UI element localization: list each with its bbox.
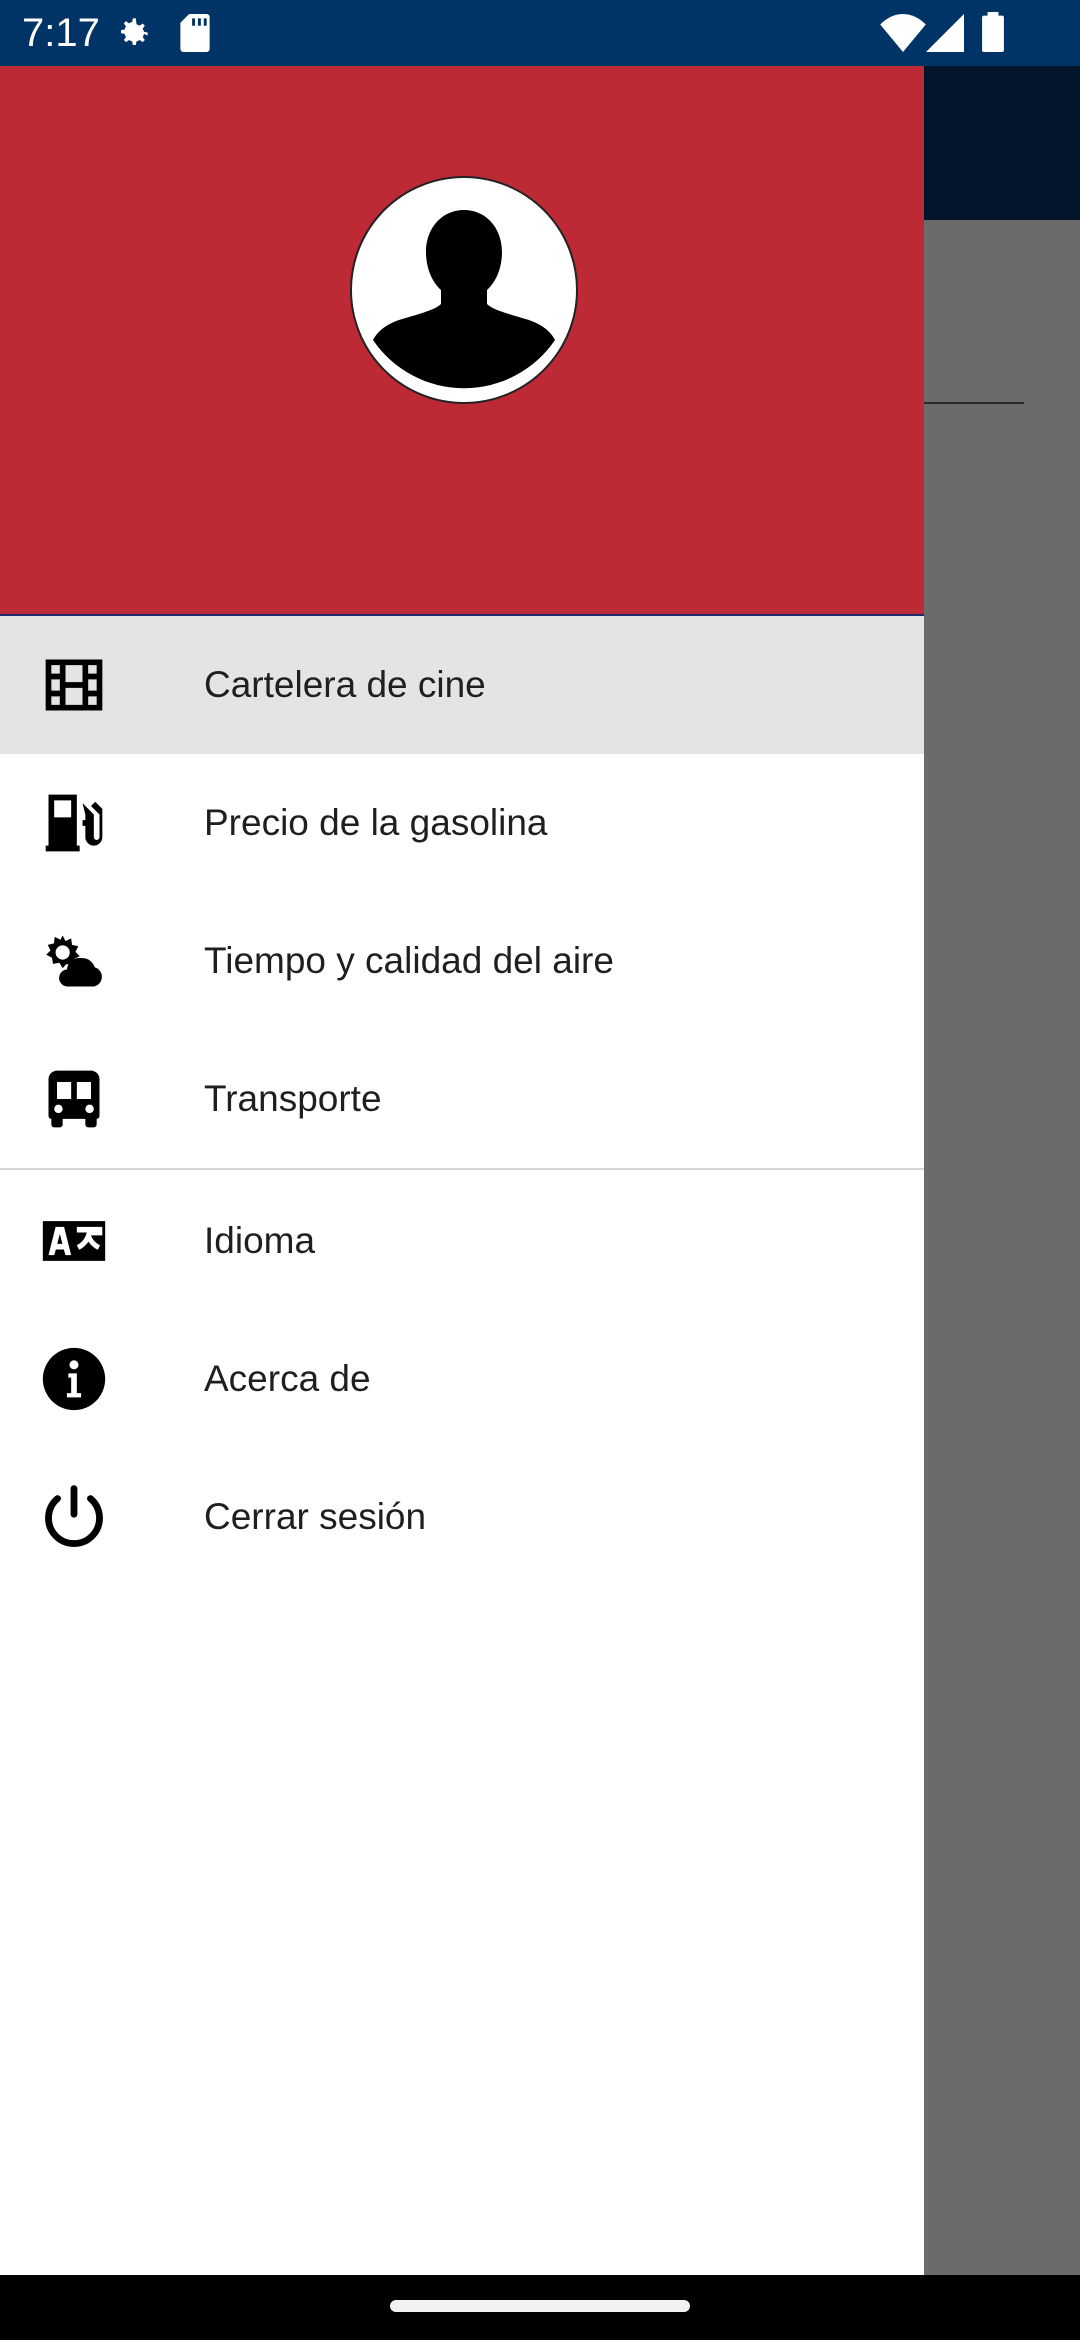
menu-label: Cerrar sesión	[204, 1496, 427, 1537]
gas-pump-icon	[40, 789, 108, 857]
navigation-drawer: Cartelera de cine Precio de la gasolina …	[0, 66, 924, 2275]
film-icon	[40, 651, 108, 719]
menu-divider	[0, 1168, 924, 1170]
profile-avatar[interactable]	[350, 176, 578, 404]
menu-label: Cartelera de cine	[204, 664, 486, 705]
weather-icon	[40, 927, 108, 995]
drawer-menu: Cartelera de cine Precio de la gasolina …	[0, 616, 924, 1586]
battery-icon	[982, 12, 1004, 52]
menu-item-idioma[interactable]: Idioma	[0, 1172, 924, 1310]
background-scrim[interactable]	[924, 220, 1080, 2275]
background-divider	[924, 402, 1024, 404]
home-gesture-handle[interactable]	[390, 2300, 690, 2312]
info-icon	[40, 1345, 108, 1413]
status-bar: 7:17	[0, 0, 1080, 66]
bus-icon	[40, 1065, 108, 1133]
wifi-icon	[880, 14, 926, 52]
menu-item-cartelera[interactable]: Cartelera de cine	[0, 616, 924, 754]
menu-item-acerca[interactable]: Acerca de	[0, 1310, 924, 1448]
person-silhouette-icon	[354, 180, 574, 400]
menu-label: Tiempo y calidad del aire	[204, 940, 614, 981]
menu-item-transporte[interactable]: Transporte	[0, 1030, 924, 1168]
signal-icon	[926, 14, 964, 52]
background-toolbar	[924, 66, 1080, 220]
menu-label: Acerca de	[204, 1358, 371, 1399]
menu-label: Transporte	[204, 1078, 382, 1119]
menu-item-gasolina[interactable]: Precio de la gasolina	[0, 754, 924, 892]
status-time: 7:17	[22, 11, 100, 55]
menu-label: Idioma	[204, 1220, 316, 1261]
system-navigation-bar	[0, 2275, 1080, 2340]
drawer-header	[0, 66, 924, 616]
sd-card-icon	[180, 14, 210, 52]
menu-item-tiempo[interactable]: Tiempo y calidad del aire	[0, 892, 924, 1030]
language-icon	[40, 1207, 108, 1275]
gear-icon	[121, 18, 148, 45]
menu-item-cerrar-sesion[interactable]: Cerrar sesión	[0, 1448, 924, 1586]
menu-label: Precio de la gasolina	[204, 802, 548, 843]
power-icon	[40, 1483, 108, 1551]
